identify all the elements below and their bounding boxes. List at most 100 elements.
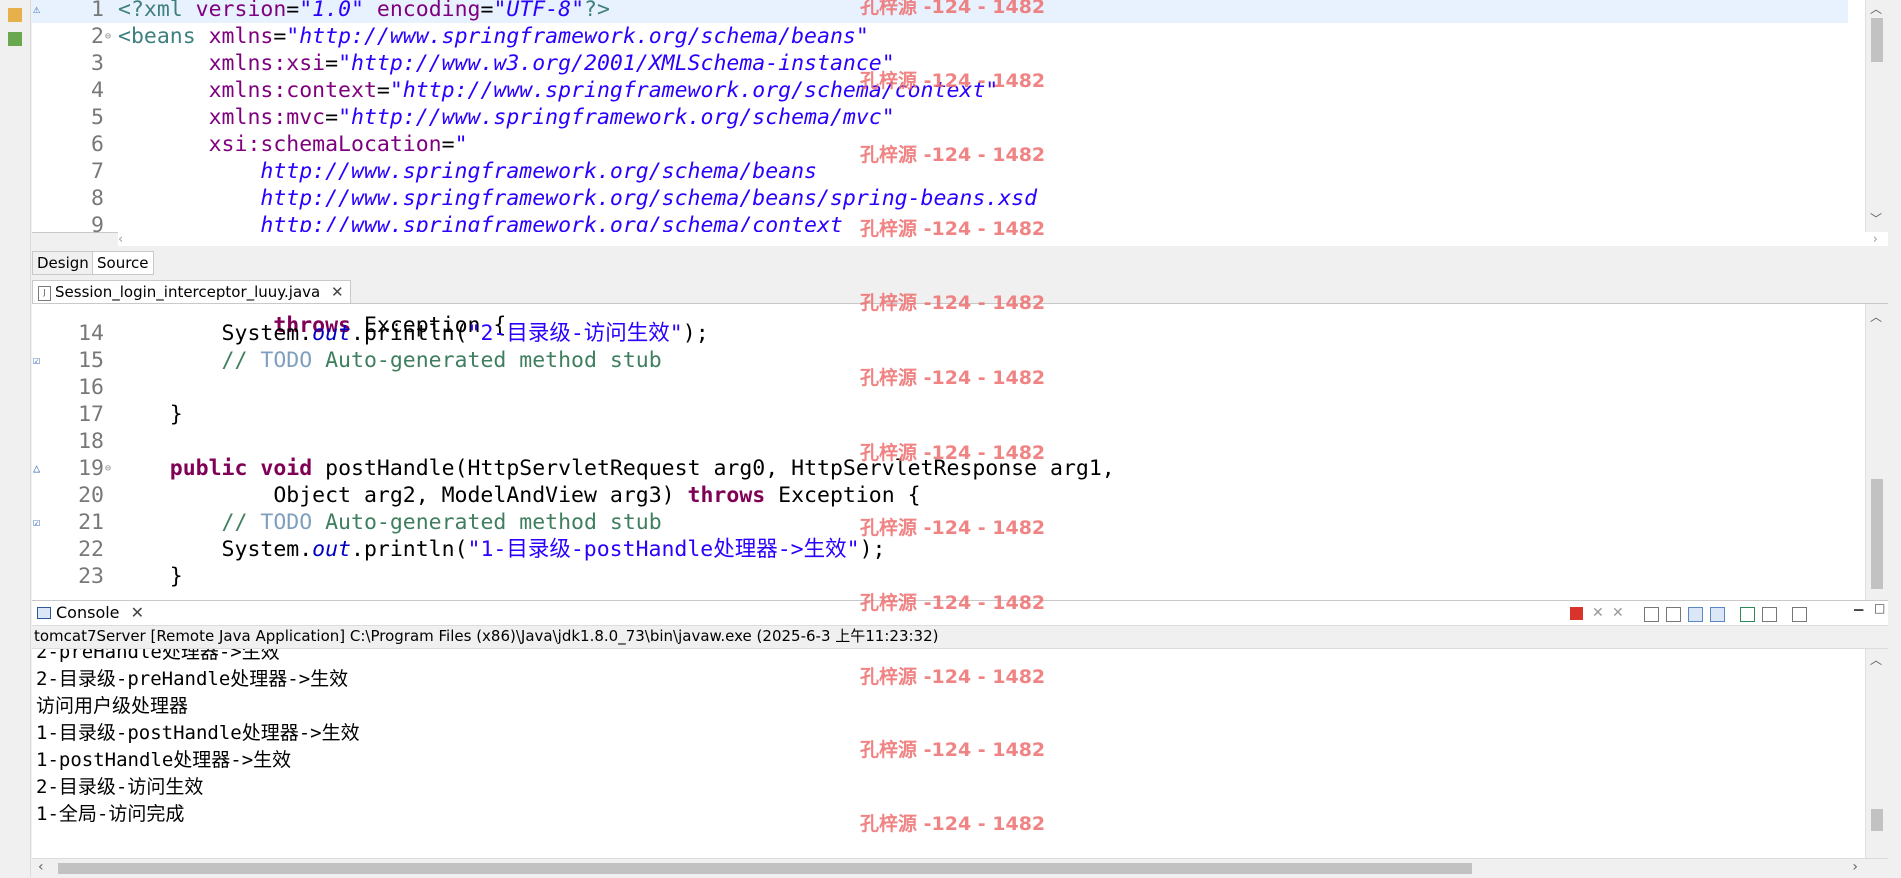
console-line: 2-目录级-preHandle处理器->生效 bbox=[36, 668, 349, 690]
console-horizontal-scrollbar[interactable]: ‹ › bbox=[32, 858, 1888, 878]
scroll-left-icon[interactable]: ‹ bbox=[38, 859, 44, 875]
watermark-text: 孔梓源 -124 - 1482 bbox=[860, 0, 1046, 18]
show-on-stdout-icon[interactable] bbox=[1688, 607, 1703, 622]
line-number: 15 bbox=[78, 348, 104, 373]
line-number: 9 bbox=[91, 213, 104, 238]
code-text: xmlns:xsi="http://www.w3.org/2001/XMLSch… bbox=[208, 51, 895, 76]
code-text: <beans xmlns="http://www.springframework… bbox=[118, 24, 869, 49]
task-marker-icon[interactable]: ☑ bbox=[33, 509, 40, 536]
xml-vertical-scrollbar[interactable]: ︿ ﹀ bbox=[1865, 0, 1888, 232]
console-line: 访问用户级处理器 bbox=[36, 695, 189, 717]
line-number: 23 bbox=[78, 564, 104, 589]
code-text: Object arg2, ModelAndView arg3) throws E… bbox=[118, 483, 921, 508]
watermark-text: 孔梓源 -124 - 1482 bbox=[860, 739, 1046, 761]
scroll-thumb[interactable] bbox=[1871, 18, 1883, 62]
pin-console-icon[interactable] bbox=[1740, 607, 1755, 622]
watermark-text: 孔梓源 -124 - 1482 bbox=[860, 592, 1046, 614]
console-launch-info: tomcat7Server [Remote Java Application] … bbox=[34, 627, 939, 645]
watermark-text: 孔梓源 -124 - 1482 bbox=[860, 442, 1046, 464]
override-marker-icon[interactable]: △ bbox=[33, 455, 40, 482]
outline-icon[interactable] bbox=[8, 8, 22, 22]
watermark-text: 孔梓源 -124 - 1482 bbox=[860, 666, 1046, 688]
code-text: <?xml version="1.0" encoding="UTF-8"?> bbox=[118, 0, 610, 22]
watermark-text: 孔梓源 -124 - 1482 bbox=[860, 517, 1046, 539]
watermark-text: 孔梓源 -124 - 1482 bbox=[860, 367, 1046, 389]
line-number: 4 bbox=[91, 78, 104, 103]
java-vertical-scrollbar[interactable]: ︿ bbox=[1865, 304, 1888, 600]
line-number: 3 bbox=[91, 51, 104, 76]
code-line: 5 xmlns:mvc="http://www.springframework.… bbox=[32, 104, 1848, 131]
line-number: 16 bbox=[78, 375, 104, 400]
code-text: http://www.springframework.org/schema/be… bbox=[260, 186, 1038, 211]
code-text: // TODO Auto-generated method stub bbox=[118, 510, 662, 535]
watermark-text: 孔梓源 -124 - 1482 bbox=[860, 292, 1046, 314]
console-line: 1-目录级-postHandle处理器->生效 bbox=[36, 722, 360, 744]
file-tab-label: Session_login_interceptor_luuy.java bbox=[55, 283, 321, 301]
line-number: 21 bbox=[78, 510, 104, 535]
scroll-right-icon[interactable]: › bbox=[1852, 859, 1858, 875]
scroll-up-icon[interactable]: ︿ bbox=[1870, 651, 1882, 668]
console-vertical-scrollbar[interactable]: ︿ bbox=[1865, 649, 1888, 859]
line-number: 8 bbox=[91, 186, 104, 211]
scroll-thumb[interactable] bbox=[1871, 809, 1883, 831]
code-text: // TODO Auto-generated method stub bbox=[118, 348, 662, 373]
java-file-icon: J bbox=[38, 286, 51, 301]
code-text: System.out.println("2-目录级-访问生效"); bbox=[118, 321, 709, 346]
scroll-lock-icon[interactable] bbox=[1666, 607, 1681, 622]
line-number: 19 bbox=[78, 456, 104, 481]
watermark-text: 孔梓源 -124 - 1482 bbox=[860, 218, 1046, 240]
clear-console-icon[interactable] bbox=[1644, 607, 1659, 622]
close-tab-icon[interactable]: ✕ bbox=[131, 603, 144, 622]
console-icon bbox=[37, 607, 51, 619]
open-console-icon[interactable] bbox=[1792, 607, 1807, 622]
xml-source-editor[interactable]: 1 <?xml version="1.0" encoding="UTF-8"?> ⚠… bbox=[32, 0, 1888, 247]
remove-launch-icon[interactable]: ✕ bbox=[1592, 606, 1605, 620]
line-number: 2 bbox=[91, 24, 104, 49]
console-line: 1-全局-访问完成 bbox=[36, 803, 185, 825]
code-text: System.out.println("1-目录级-postHandle处理器-… bbox=[118, 537, 886, 562]
line-number: 7 bbox=[91, 159, 104, 184]
code-line: 2 <beans xmlns="http://www.springframewor… bbox=[32, 23, 1848, 50]
editor-file-tab[interactable]: J Session_login_interceptor_luuy.java ✕ bbox=[32, 280, 351, 304]
scroll-left-icon[interactable]: ‹ bbox=[118, 232, 123, 247]
display-console-icon[interactable] bbox=[1762, 607, 1777, 622]
console-line: 1-postHandle处理器->生效 bbox=[36, 749, 292, 771]
tab-design[interactable]: Design bbox=[32, 251, 94, 275]
console-line: 2-目录级-访问生效 bbox=[36, 776, 204, 798]
left-trim-strip bbox=[0, 0, 31, 877]
warning-icon[interactable]: ⚠ bbox=[33, 0, 40, 23]
code-line: 23 } bbox=[32, 563, 1848, 590]
task-marker-icon[interactable]: ☑ bbox=[33, 347, 40, 374]
scroll-up-icon[interactable]: ︿ bbox=[1870, 308, 1882, 325]
fold-toggle-icon[interactable]: ⊖ bbox=[105, 23, 111, 50]
scroll-down-icon[interactable]: ﹀ bbox=[1870, 210, 1882, 227]
tab-source[interactable]: Source bbox=[92, 251, 154, 275]
scroll-up-icon[interactable]: ︿ bbox=[1870, 0, 1882, 17]
minimize-icon[interactable]: ▁ bbox=[1854, 597, 1863, 611]
remove-all-icon[interactable]: ✕ bbox=[1612, 606, 1625, 620]
code-text: http://www.springframework.org/schema/be… bbox=[260, 159, 817, 184]
code-line: 20 Object arg2, ModelAndView arg3) throw… bbox=[32, 482, 1848, 509]
code-line: 14 System.out.println("2-目录级-访问生效"); bbox=[32, 320, 1848, 347]
close-tab-icon[interactable]: ✕ bbox=[331, 283, 344, 301]
console-line: 2-preHandle处理器->生效 bbox=[36, 648, 280, 663]
line-number: 14 bbox=[78, 321, 104, 346]
code-text: xsi:schemaLocation=" bbox=[208, 132, 468, 157]
code-line: 8 http://www.springframework.org/schema/… bbox=[32, 185, 1848, 212]
scroll-right-icon[interactable]: › bbox=[1873, 232, 1878, 247]
terminate-icon[interactable] bbox=[1570, 607, 1583, 620]
code-line: 22 System.out.println("1-目录级-postHandle处… bbox=[32, 536, 1848, 563]
scroll-thumb[interactable] bbox=[1871, 479, 1883, 589]
line-number: 18 bbox=[78, 429, 104, 454]
line-number: 20 bbox=[78, 483, 104, 508]
maximize-icon[interactable]: □ bbox=[1874, 601, 1885, 615]
scroll-thumb[interactable] bbox=[58, 863, 1472, 874]
hierarchy-icon[interactable] bbox=[8, 32, 22, 46]
console-tab-label: Console bbox=[56, 603, 120, 622]
watermark-text: 孔梓源 -124 - 1482 bbox=[860, 70, 1046, 92]
code-text: } bbox=[118, 402, 183, 427]
tab-console[interactable]: Console ✕ bbox=[32, 601, 150, 625]
watermark-text: 孔梓源 -124 - 1482 bbox=[860, 144, 1046, 166]
show-on-stderr-icon[interactable] bbox=[1710, 607, 1725, 622]
fold-toggle-icon[interactable]: ⊖ bbox=[105, 455, 111, 482]
